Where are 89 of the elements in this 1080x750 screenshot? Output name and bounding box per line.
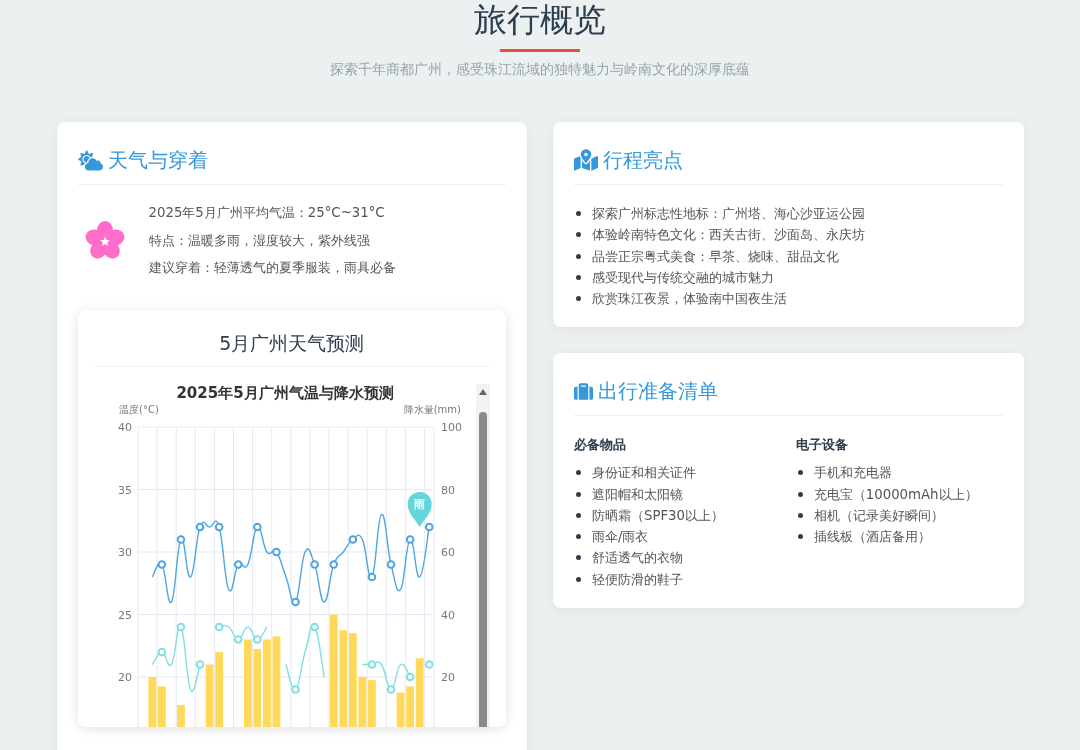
- suitcase-icon: [574, 381, 593, 401]
- axis-tick-label: 40: [117, 421, 132, 434]
- checklist-item: 舒适透气的衣物: [592, 549, 683, 568]
- axis-title: 降水量(mm): [403, 404, 461, 415]
- temperature-point: [214, 522, 223, 532]
- highlight-item: 体验岭南特色文化：西关古街、沙面岛、永庆坊: [592, 226, 865, 245]
- highlight-item: 感受现代与传统交融的城市魅力: [592, 268, 774, 287]
- checklist-item: 身份证和相关证件: [592, 464, 696, 483]
- bullet-icon: [576, 211, 581, 217]
- temperature-point: [309, 622, 319, 632]
- card-title: 行程亮点: [603, 147, 683, 174]
- flower-icon: [84, 220, 125, 261]
- axis-title: 温度(°C): [118, 404, 159, 415]
- axis-tick-label: 60: [440, 546, 455, 559]
- temperature-point: [195, 522, 204, 532]
- bullet-icon: [797, 534, 803, 540]
- temperature-point: [424, 660, 434, 669]
- highlight-item: 探索广州标志性地标：广州塔、海心沙亚运公园: [592, 205, 865, 223]
- bullet-icon: [576, 576, 581, 582]
- axis-tick-label: 30: [117, 546, 132, 559]
- card-title: 天气与穿着: [107, 147, 208, 174]
- temperature-point: [176, 535, 185, 544]
- checklist-item: 充电宝（10000mAh以上）: [813, 485, 978, 504]
- temperature-point: [252, 522, 262, 532]
- scrollbar[interactable]: [475, 384, 490, 727]
- bullet-icon: [576, 491, 581, 497]
- bullet-icon: [797, 491, 803, 497]
- temperature-point: [290, 597, 300, 607]
- weather-detail: 建议穿着：轻薄透气的夏季服装，雨具必备: [148, 259, 396, 277]
- bullet-icon: [576, 274, 581, 280]
- temperature-point: [214, 622, 223, 632]
- scrollbar-thumb[interactable]: [478, 412, 487, 727]
- bullet-icon: [576, 253, 581, 259]
- weather-detail: 特点：温暖多雨，湿度较大，紫外线强: [148, 231, 370, 250]
- temperature-point: [328, 560, 338, 569]
- checklist-item: 插线板（酒店备用）: [813, 528, 931, 546]
- temperature-point: [290, 685, 300, 694]
- checklist-item: 手机和充电器: [813, 464, 892, 483]
- highlight-item: 品尝正宗粤式美食：早茶、烧味、甜品文化: [592, 247, 839, 266]
- axis-tick-label: 20: [117, 671, 132, 684]
- forecast-title: 5月广州天气预测: [219, 331, 365, 356]
- checklist-item: 遮阳帽和太阳镜: [592, 485, 683, 504]
- temperature-point: [367, 572, 376, 582]
- bullet-icon: [576, 232, 581, 238]
- scroll-up-arrow-icon[interactable]: [478, 389, 487, 395]
- axis-tick-label: 40: [440, 608, 455, 622]
- checklist-item: 雨伞/雨衣: [592, 528, 649, 546]
- bullet-icon: [576, 555, 581, 561]
- checklist-item: 防晒霜（SPF30以上）: [592, 506, 725, 525]
- temperature-point: [271, 547, 281, 557]
- temperature-point: [309, 560, 319, 569]
- temperature-point: [367, 660, 376, 669]
- axis-tick-label: 35: [117, 483, 132, 497]
- chart-title: 2025年5月广州气温与降水预测: [175, 384, 394, 402]
- temperature-point: [386, 560, 395, 569]
- temperature-point: [348, 535, 357, 544]
- temperature-point: [424, 522, 434, 532]
- temperature-point: [252, 635, 262, 644]
- checklist-item: 相机（记录美好瞬间）: [813, 506, 944, 525]
- axis-tick-label: 100: [440, 421, 462, 434]
- bullet-icon: [797, 470, 803, 476]
- axis-tick-label: 20: [440, 671, 455, 684]
- temperature-point: [405, 535, 414, 544]
- temperature-point: [233, 635, 243, 644]
- page-title: 旅行概览: [474, 0, 606, 40]
- bullet-icon: [576, 534, 581, 540]
- weather-detail: 2025年5月广州平均气温：25°C~31°C: [148, 204, 385, 222]
- axis-tick-label: 80: [440, 483, 455, 497]
- bullet-icon: [576, 470, 581, 476]
- bullet-icon: [576, 512, 581, 518]
- page-subtitle: 探索千年商都广州，感受珠江流域的独特魅力与岭南文化的深厚底蕴: [330, 60, 750, 79]
- axis-tick-label: 25: [117, 608, 132, 622]
- rain-marker-pin: 雨: [407, 492, 432, 527]
- checklist-item: 轻便防滑的鞋子: [592, 570, 683, 589]
- bullet-icon: [576, 296, 581, 302]
- annotation: 雨: [412, 498, 425, 511]
- temperature-point: [405, 672, 414, 682]
- temperature-point: [195, 660, 204, 669]
- checklist-heading: 必备物品: [574, 436, 626, 455]
- checklist-heading: 电子设备: [795, 436, 848, 455]
- temperature-point: [176, 622, 185, 632]
- temperature-point: [233, 560, 243, 569]
- temperature-point: [157, 560, 166, 569]
- highlight-item: 欣赏珠江夜景，体验南中国夜生活: [592, 290, 787, 308]
- temperature-point: [157, 647, 166, 657]
- card-title: 出行准备清单: [598, 378, 718, 406]
- map-icon: [574, 148, 598, 172]
- bullet-icon: [797, 512, 803, 518]
- temperature-point: [386, 685, 395, 694]
